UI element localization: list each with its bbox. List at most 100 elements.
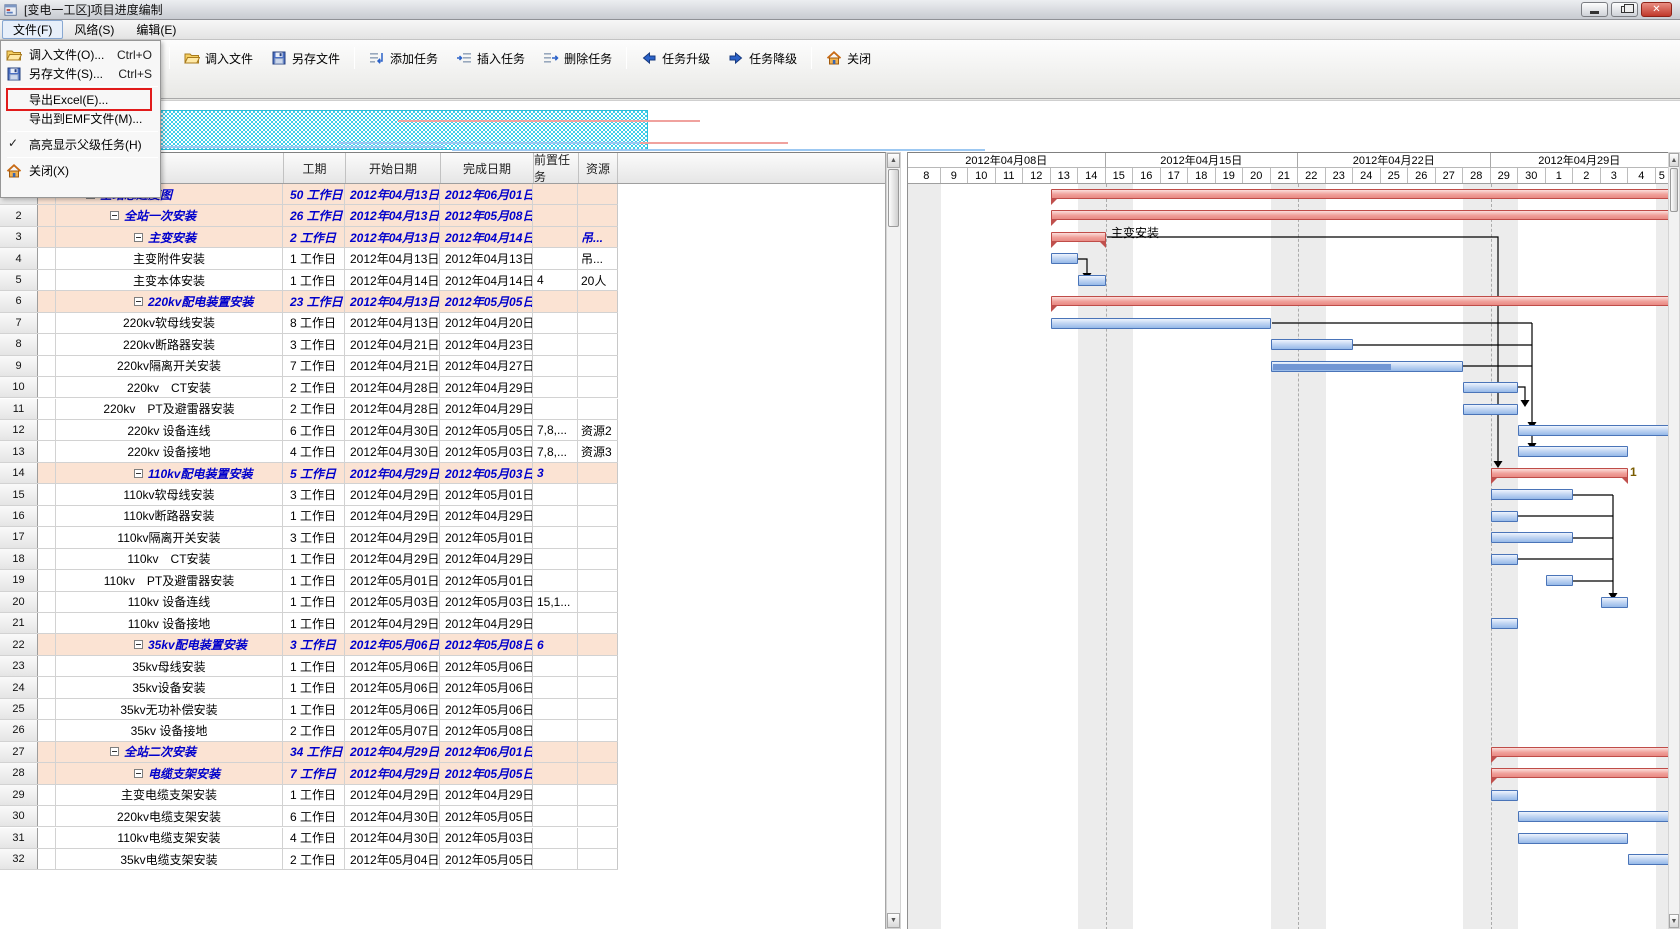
gantt-task-bar[interactable] (1546, 575, 1574, 586)
table-row[interactable]: 31110kv电缆支架安装4 工作日2012年04月30日2012年05月03日 (0, 828, 618, 849)
row-number-cell[interactable]: 2 (0, 205, 38, 225)
table-row[interactable]: 15110kv软母线安装3 工作日2012年04月29日2012年05月01日 (0, 484, 618, 505)
row-number-cell[interactable]: 16 (0, 506, 38, 526)
table-row[interactable]: 16110kv断路器安装1 工作日2012年04月29日2012年04月29日 (0, 506, 618, 527)
gantt-task-bar[interactable] (1051, 253, 1079, 264)
toolbar-button[interactable]: 另存文件 (262, 45, 349, 72)
table-row[interactable]: 13220kv 设备接地4 工作日2012年04月30日2012年05月03日7… (0, 441, 618, 462)
gantt-task-bar[interactable] (1518, 833, 1628, 844)
row-number-cell[interactable]: 31 (0, 828, 38, 848)
menu-item[interactable]: 调入文件(O)...Ctrl+O (1, 45, 160, 64)
table-row[interactable]: 9220kv隔离开关安装7 工作日2012年04月21日2012年04月27日 (0, 356, 618, 377)
row-number-cell[interactable]: 20 (0, 592, 38, 612)
table-row[interactable]: 2全站一次安装26 工作日2012年04月13日2012年05月08日 (0, 205, 618, 226)
table-row[interactable]: 2435kv设备安装1 工作日2012年05月06日2012年05月06日 (0, 677, 618, 698)
collapse-icon[interactable] (134, 640, 143, 649)
gantt-task-bar[interactable] (1463, 382, 1518, 393)
table-row[interactable]: 7220kv软母线安装8 工作日2012年04月13日2012年04月20日 (0, 313, 618, 334)
gantt-task-bar[interactable] (1463, 404, 1518, 415)
close-button[interactable]: ✕ (1641, 2, 1672, 17)
row-number-cell[interactable]: 32 (0, 849, 38, 869)
table-row[interactable]: 10220kv CT安装2 工作日2012年04月28日2012年04月29日 (0, 377, 618, 398)
table-row[interactable]: 30220kv电缆支架安装6 工作日2012年04月30日2012年05月05日 (0, 806, 618, 827)
row-number-cell[interactable]: 8 (0, 334, 38, 354)
gantt-task-bar[interactable] (1518, 811, 1668, 822)
gantt-task-bar[interactable] (1491, 554, 1519, 565)
gantt-summary-bar[interactable] (1051, 189, 1669, 199)
table-row[interactable]: 4主变附件安装1 工作日2012年04月13日2012年04月13日吊... (0, 248, 618, 269)
row-number-cell[interactable]: 21 (0, 613, 38, 633)
toolbar-button[interactable]: 任务升级 (632, 45, 719, 72)
table-row[interactable]: 14110kv配电装置安装5 工作日2012年04月29日2012年05月03日… (0, 463, 618, 484)
collapse-icon[interactable] (134, 469, 143, 478)
row-number-cell[interactable]: 14 (0, 463, 38, 483)
gantt-task-bar[interactable] (1518, 425, 1668, 436)
restore-button[interactable] (1611, 2, 1638, 17)
table-row[interactable]: 3235kv电缆支架安装2 工作日2012年05月04日2012年05月05日 (0, 849, 618, 870)
menubar-item-1[interactable]: 文件(F) (2, 20, 63, 39)
row-number-cell[interactable]: 17 (0, 527, 38, 547)
gantt-task-bar[interactable] (1491, 489, 1574, 500)
row-number-cell[interactable]: 13 (0, 441, 38, 461)
menu-item[interactable]: 关闭(X) (1, 161, 160, 180)
table-row[interactable]: 2335kv母线安装1 工作日2012年05月06日2012年05月06日 (0, 656, 618, 677)
row-number-cell[interactable]: 18 (0, 549, 38, 569)
table-row[interactable]: 5主变本体安装1 工作日2012年04月14日2012年04月14日420人 (0, 270, 618, 291)
collapse-icon[interactable] (110, 211, 119, 220)
table-row[interactable]: 17110kv隔离开关安装3 工作日2012年04月29日2012年05月01日 (0, 527, 618, 548)
row-number-cell[interactable]: 30 (0, 806, 38, 826)
scroll-up-arrow[interactable]: ▲ (1669, 153, 1679, 167)
gantt-task-bar[interactable] (1051, 318, 1271, 329)
gantt-task-bar[interactable] (1491, 790, 1519, 801)
toolbar-button[interactable]: 关闭 (817, 45, 880, 72)
row-number-cell[interactable]: 26 (0, 720, 38, 740)
row-number-cell[interactable]: 25 (0, 699, 38, 719)
menubar-item-3[interactable]: 编辑(E) (125, 20, 187, 39)
table-row[interactable]: 11220kv PT及避雷器安装2 工作日2012年04月28日2012年04月… (0, 399, 618, 420)
toolbar-button[interactable]: 任务降级 (719, 45, 806, 72)
table-row[interactable]: 18110kv CT安装1 工作日2012年04月29日2012年04月29日 (0, 549, 618, 570)
gantt-task-bar[interactable] (1601, 597, 1629, 608)
table-row[interactable]: 29主变电缆支架安装1 工作日2012年04月29日2012年04月29日 (0, 785, 618, 806)
collapse-icon[interactable] (134, 769, 143, 778)
scroll-down-arrow[interactable]: ▼ (1669, 914, 1679, 928)
scrollbar-thumb[interactable] (1670, 168, 1678, 212)
table-row[interactable]: 8220kv断路器安装3 工作日2012年04月21日2012年04月23日 (0, 334, 618, 355)
gantt-summary-bar[interactable] (1051, 232, 1106, 242)
table-row[interactable]: 3主变安装2 工作日2012年04月13日2012年04月14日吊... (0, 227, 618, 248)
toolbar-button[interactable]: 调入文件 (175, 45, 262, 72)
gantt-task-bar[interactable] (1078, 275, 1106, 286)
collapse-icon[interactable] (134, 297, 143, 306)
table-row[interactable]: 27全站二次安装34 工作日2012年04月29日2012年06月01日 (0, 742, 618, 763)
toolbar-button[interactable]: 删除任务 (534, 45, 621, 72)
toolbar-button[interactable]: 添加任务 (360, 45, 447, 72)
gantt-task-bar[interactable] (1491, 618, 1519, 629)
collapse-icon[interactable] (110, 747, 119, 756)
row-number-cell[interactable]: 19 (0, 570, 38, 590)
row-number-cell[interactable]: 10 (0, 377, 38, 397)
row-number-cell[interactable]: 3 (0, 227, 38, 247)
row-number-cell[interactable]: 9 (0, 356, 38, 376)
menu-item[interactable]: 另存文件(S)...Ctrl+S (1, 64, 160, 83)
gantt-task-bar[interactable] (1271, 339, 1354, 350)
table-vertical-scrollbar[interactable]: ▲ ▼ (886, 152, 901, 929)
row-number-cell[interactable]: 22 (0, 634, 38, 654)
scroll-down-arrow[interactable]: ▼ (887, 913, 900, 928)
menu-item[interactable]: ✓高亮显示父级任务(H) (1, 135, 160, 154)
table-row[interactable]: 12220kv 设备连线6 工作日2012年04月30日2012年05月05日7… (0, 420, 618, 441)
gantt-task-bar[interactable] (1491, 511, 1519, 522)
table-row[interactable]: 28电缆支架安装7 工作日2012年04月29日2012年05月05日 (0, 763, 618, 784)
table-row[interactable]: 21110kv 设备接地1 工作日2012年04月29日2012年04月29日 (0, 613, 618, 634)
table-row[interactable]: 2535kv无功补偿安装1 工作日2012年05月06日2012年05月06日 (0, 699, 618, 720)
gantt-task-bar[interactable] (1628, 854, 1668, 865)
gantt-summary-bar[interactable] (1491, 468, 1629, 478)
table-row[interactable]: 19110kv PT及避雷器安装1 工作日2012年05月01日2012年05月… (0, 570, 618, 591)
row-number-cell[interactable]: 5 (0, 270, 38, 290)
menu-item[interactable]: 导出Excel(E)... (1, 90, 160, 109)
row-number-cell[interactable]: 23 (0, 656, 38, 676)
menubar-item-2[interactable]: 风络(S) (63, 20, 125, 39)
toolbar-button[interactable]: 插入任务 (447, 45, 534, 72)
gantt-task-bar[interactable] (1491, 532, 1574, 543)
scroll-up-arrow[interactable]: ▲ (887, 153, 900, 168)
row-number-cell[interactable]: 11 (0, 399, 38, 419)
